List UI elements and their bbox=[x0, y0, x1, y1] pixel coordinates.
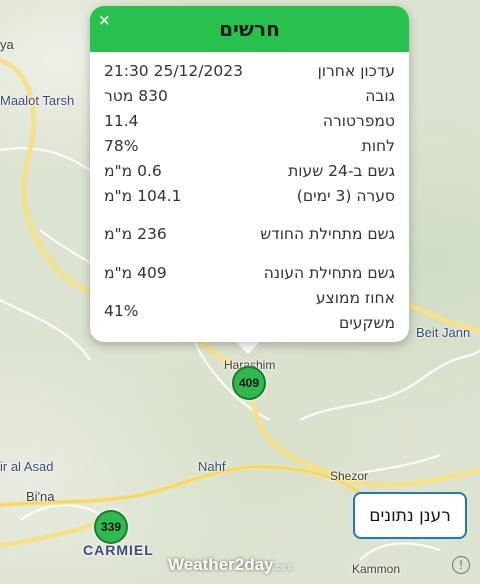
station-marker-harashim[interactable]: 409 bbox=[232, 366, 266, 400]
popup-tail bbox=[234, 340, 262, 354]
row-label: גשם מתחילת החודש bbox=[260, 224, 395, 243]
row-label: גשם ב-24 שעות bbox=[288, 161, 395, 180]
row-value: 0.6 מ"מ bbox=[104, 161, 162, 180]
map-label-nahf: Nahf bbox=[198, 459, 226, 474]
close-icon[interactable]: × bbox=[98, 11, 111, 29]
row-value: 25/12/2023 21:30 bbox=[104, 61, 243, 80]
row-label: טמפרטורה bbox=[322, 111, 395, 130]
map-label-carmiel: CARMIEL bbox=[83, 542, 154, 558]
row-last-update: 25/12/2023 21:30 עדכון אחרון bbox=[104, 58, 395, 83]
row-storm-3days: 104.1 מ"מ סערה (3 ימים) bbox=[104, 183, 395, 208]
row-label: סערה (3 ימים) bbox=[296, 186, 395, 205]
logo-suffix: .co.il bbox=[273, 562, 293, 572]
row-label: לחות bbox=[361, 136, 395, 155]
row-rain-season: 409 מ"מ גשם מתחילת העונה bbox=[104, 260, 395, 285]
map-label-shezor: Shezor bbox=[330, 469, 369, 483]
station-popup: × חרשים 25/12/2023 21:30 עדכון אחרון 830… bbox=[90, 6, 409, 342]
row-temperature: 11.4 טמפרטורה bbox=[104, 108, 395, 133]
row-label: עדכון אחרון bbox=[317, 61, 395, 80]
popup-rows: 25/12/2023 21:30 עדכון אחרון 830 מטר גוב… bbox=[90, 52, 409, 337]
refresh-data-button[interactable]: רענן נתונים bbox=[353, 492, 467, 539]
map-label-ir-al-asad: ir al Asad bbox=[0, 459, 54, 474]
row-label: גובה bbox=[365, 86, 395, 105]
row-avg-percent: 41% אחוז ממוצע משקעים bbox=[104, 285, 395, 337]
row-rain-month: 236 מ"מ גשם מתחילת החודש bbox=[104, 208, 395, 260]
row-humidity: 78% לחות bbox=[104, 133, 395, 158]
row-value: 104.1 מ"מ bbox=[104, 186, 182, 205]
logo-main: Weather2day bbox=[168, 555, 274, 574]
row-value: 78% bbox=[104, 136, 139, 155]
row-value: 11.4 bbox=[104, 111, 139, 130]
row-value: 236 מ"מ bbox=[104, 225, 167, 243]
row-rain-24h: 0.6 מ"מ גשם ב-24 שעות bbox=[104, 158, 395, 183]
popup-header: × חרשים bbox=[90, 6, 409, 52]
row-value: 41% bbox=[104, 302, 139, 320]
station-marker-carmiel[interactable]: 339 bbox=[94, 510, 128, 544]
row-label: גשם מתחילת העונה bbox=[263, 263, 395, 282]
row-label: אחוז ממוצע משקעים bbox=[315, 289, 395, 332]
map-label-bina: Bi'na bbox=[26, 489, 55, 504]
map-label-ya: ya bbox=[0, 37, 14, 52]
row-value: 830 מטר bbox=[104, 86, 168, 105]
map-label-beit-jann: Beit Jann bbox=[416, 325, 471, 340]
row-value: 409 מ"מ bbox=[104, 263, 167, 282]
map-label-kammon: Kammon bbox=[352, 562, 401, 576]
weather2day-logo: Weather2day.co.il bbox=[168, 555, 292, 575]
row-altitude: 830 מטר גובה bbox=[104, 83, 395, 108]
info-icon[interactable]: ! bbox=[452, 556, 470, 574]
popup-title: חרשים bbox=[219, 17, 280, 41]
map-label-maalot: Maalot Tarsh bbox=[0, 93, 75, 108]
